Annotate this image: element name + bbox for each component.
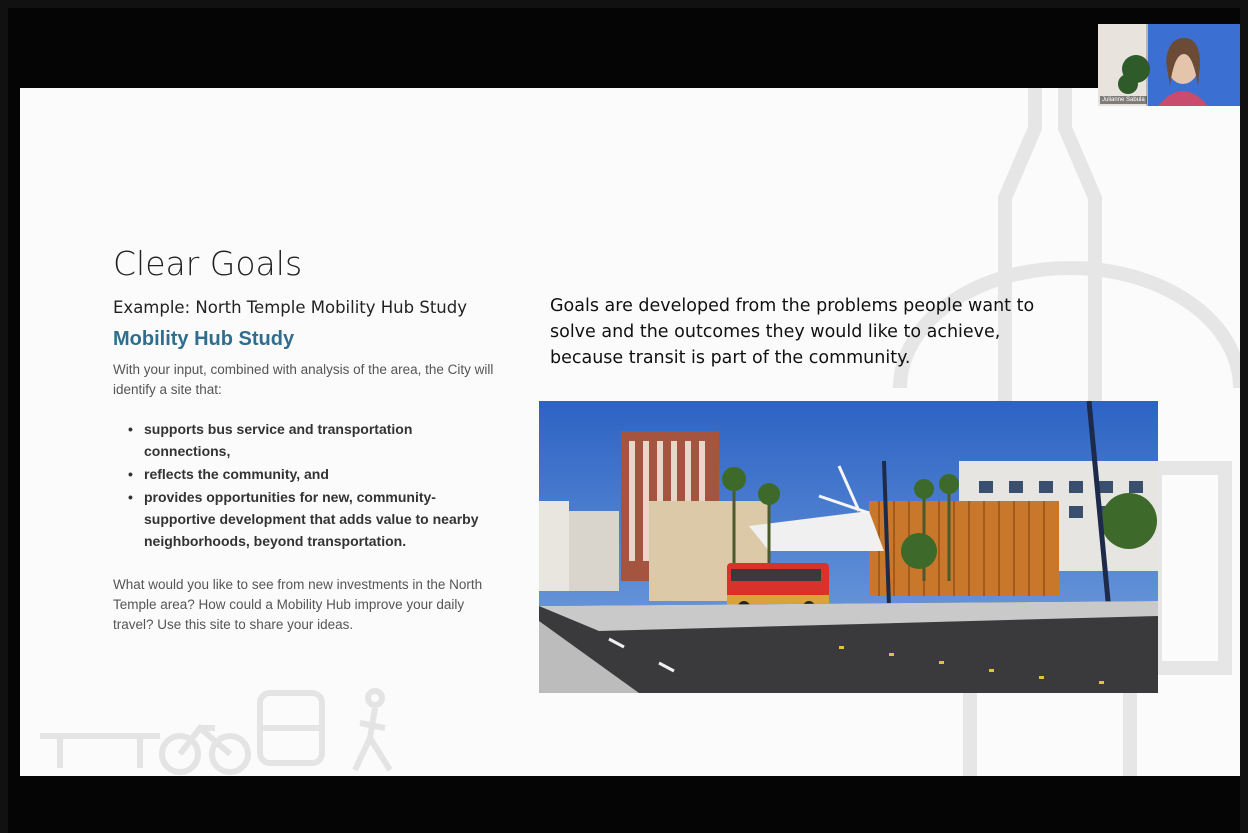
transit-hub-photo — [539, 401, 1158, 693]
participant-video-tile[interactable]: Julianne Sabula — [1098, 24, 1240, 106]
slide-title: Clear Goals — [113, 244, 303, 283]
shared-slide: Clear Goals Example: North Temple Mobili… — [20, 88, 1240, 776]
goals-statement: Goals are developed from the problems pe… — [550, 296, 1035, 368]
list-item: reflects the community, and — [128, 463, 488, 485]
list-item: provides opportunities for new, communit… — [128, 486, 488, 552]
example-subtitle: Example: North Temple Mobility Hub Study — [113, 298, 467, 317]
list-item: supports bus service and transportation … — [128, 418, 488, 462]
question-text: What would you like to see from new inve… — [113, 577, 483, 632]
transport-icons — [40, 688, 393, 775]
hub-study-heading: Mobility Hub Study — [113, 328, 295, 350]
intro-text: With your input, combined with analysis … — [113, 362, 494, 397]
goals-bullet-list: supports bus service and transportation … — [128, 418, 488, 553]
participant-name: Julianne Sabula — [1100, 96, 1147, 104]
